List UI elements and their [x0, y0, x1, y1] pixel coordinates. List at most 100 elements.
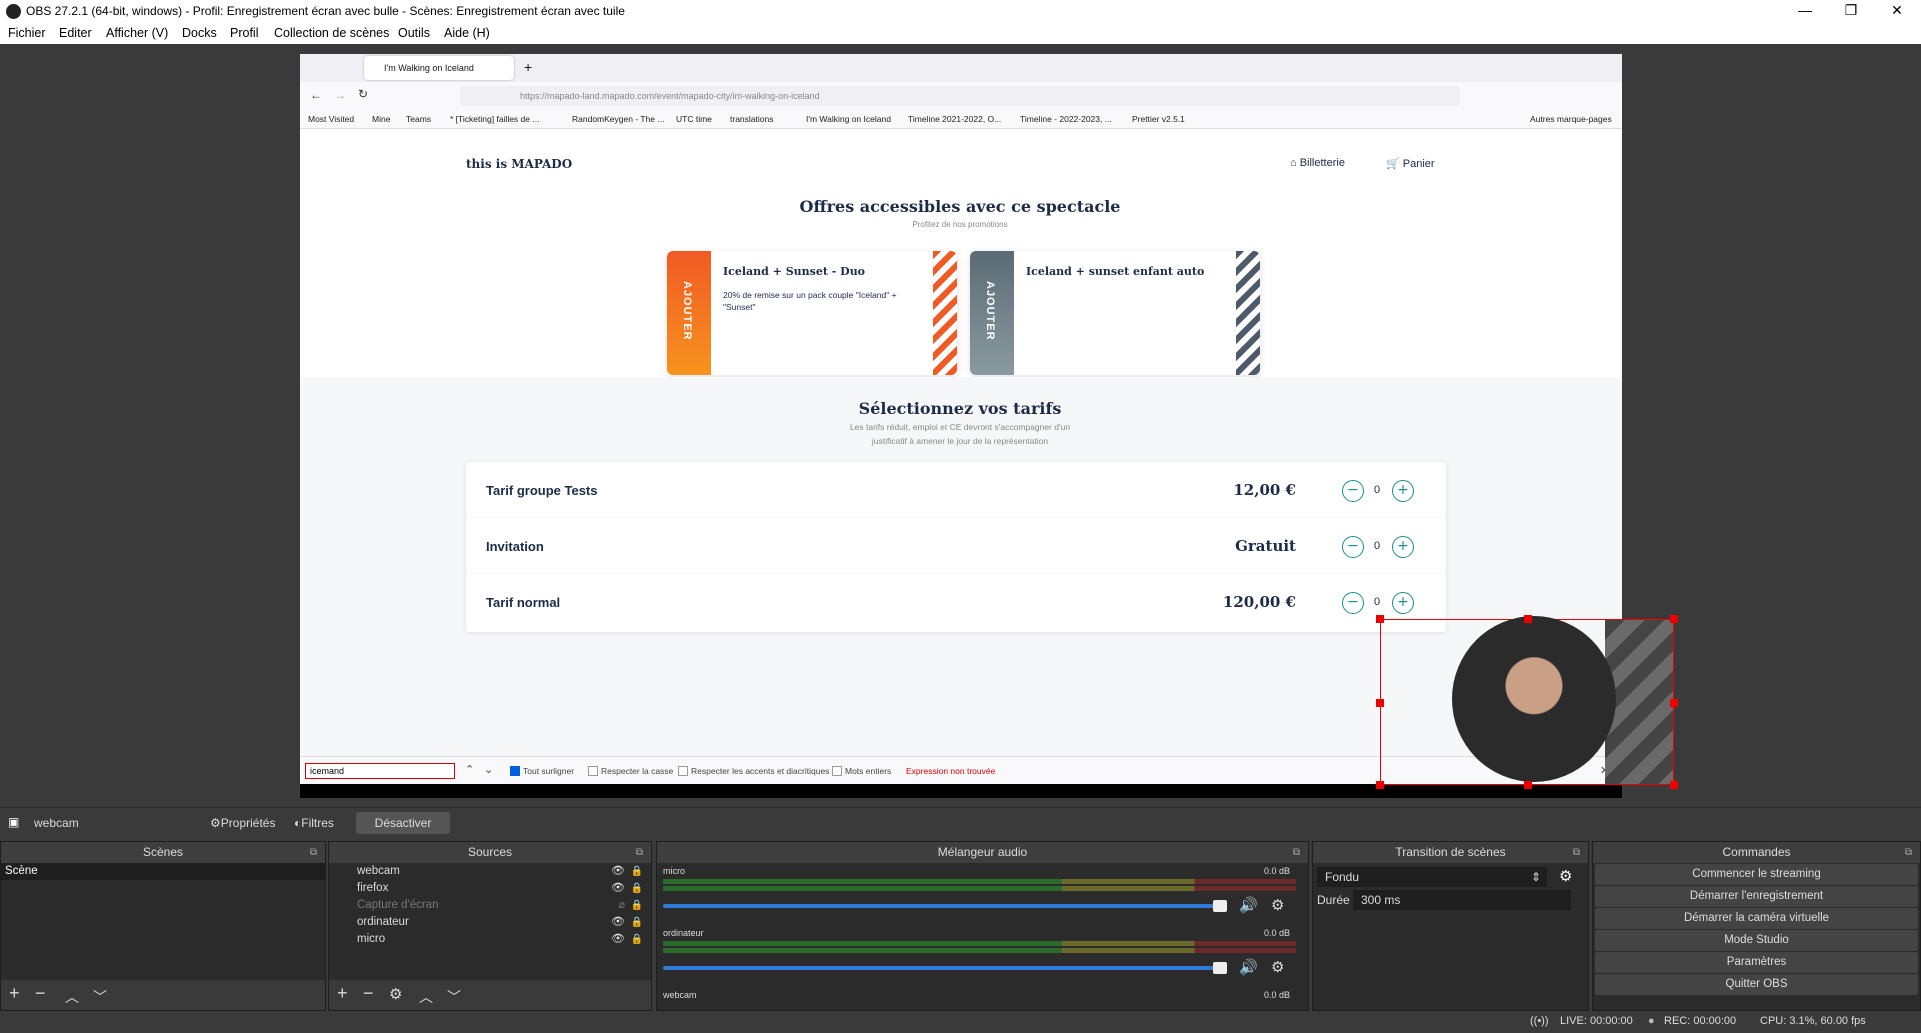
- move-up-icon[interactable]: ︿: [65, 987, 79, 1007]
- bookmark-item[interactable]: UTC time: [676, 114, 712, 124]
- reload-icon[interactable]: ↻: [358, 87, 368, 101]
- menu-afficher[interactable]: Afficher (V): [106, 26, 168, 40]
- menu-outils[interactable]: Outils: [398, 26, 430, 40]
- bookmark-item[interactable]: Autres marque-pages: [1530, 114, 1612, 124]
- billetterie-link[interactable]: ⌂ Billetterie: [1290, 157, 1345, 169]
- undock-icon[interactable]: ⧉: [310, 842, 317, 863]
- resize-handle[interactable]: [1376, 781, 1384, 789]
- deactivate-button[interactable]: Désactiver: [356, 812, 450, 834]
- webcam-source-selection[interactable]: [1376, 615, 1678, 789]
- speaker-icon[interactable]: 🔊: [1239, 958, 1258, 976]
- properties-button[interactable]: ⚙Propriétés: [210, 816, 275, 830]
- source-item[interactable]: webcam 👁 🔒: [329, 863, 651, 880]
- new-tab-button[interactable]: +: [524, 59, 532, 75]
- bookmark-item[interactable]: Timeline 2021-2022, O...: [908, 114, 1001, 124]
- resize-handle[interactable]: [1670, 699, 1678, 707]
- bookmark-item[interactable]: Mine: [372, 114, 390, 124]
- gear-icon[interactable]: ⚙: [1559, 867, 1572, 885]
- bookmark-item[interactable]: Prettier v2.5.1: [1132, 114, 1185, 124]
- source-item[interactable]: firefox 👁 🔒: [329, 880, 651, 897]
- source-item[interactable]: ordinateur 👁 🔒: [329, 914, 651, 931]
- menu-aide[interactable]: Aide (H): [444, 26, 490, 40]
- quantity-value: 0: [1374, 484, 1381, 496]
- bookmark-item[interactable]: RandomKeygen - The ...: [572, 114, 664, 124]
- resize-handle[interactable]: [1670, 781, 1678, 789]
- bookmark-item[interactable]: * [Ticketing] failles de ...: [450, 114, 539, 124]
- filters-button[interactable]: ◐Filtres: [294, 816, 334, 830]
- remove-icon[interactable]: −: [35, 983, 46, 1004]
- duration-field[interactable]: 300 ms: [1353, 890, 1571, 910]
- gear-icon[interactable]: ⚙: [1271, 958, 1284, 976]
- close-button[interactable]: ✕: [1874, 0, 1920, 23]
- minus-button[interactable]: −: [1342, 592, 1364, 614]
- highlight-all-checkbox[interactable]: Tout surligner: [510, 766, 574, 776]
- move-down-icon[interactable]: ﹀: [447, 987, 461, 1007]
- gear-icon[interactable]: ⚙: [1271, 896, 1284, 914]
- minus-button[interactable]: −: [1342, 536, 1364, 558]
- site-brand[interactable]: this is MAPADO: [466, 157, 572, 171]
- browser-tab[interactable]: I'm Walking on Iceland: [364, 56, 514, 80]
- menu-profil[interactable]: Profil: [230, 26, 258, 40]
- source-item[interactable]: Capture d'écran ⌀ 🔒: [329, 897, 651, 914]
- speaker-icon[interactable]: 🔊: [1239, 896, 1258, 914]
- resize-handle[interactable]: [1376, 615, 1384, 623]
- studio-mode-button[interactable]: Mode Studio: [1595, 930, 1918, 951]
- plus-button[interactable]: +: [1392, 536, 1414, 558]
- plus-button[interactable]: +: [1392, 592, 1414, 614]
- add-offer-button[interactable]: AJOUTER: [667, 251, 711, 375]
- undock-icon[interactable]: ⧉: [1293, 842, 1300, 863]
- resize-handle[interactable]: [1376, 699, 1384, 707]
- status-bar: ((•)) LIVE: 00:00:00 ● REC: 00:00:00 CPU…: [0, 1011, 1921, 1033]
- scene-item[interactable]: Scène: [1, 863, 325, 880]
- menu-collection[interactable]: Collection de scènes: [274, 26, 389, 40]
- resize-handle[interactable]: [1670, 615, 1678, 623]
- transition-select[interactable]: Fondu ⇕: [1317, 867, 1547, 887]
- volume-slider[interactable]: [663, 966, 1226, 970]
- maximize-button[interactable]: ❐: [1828, 0, 1874, 23]
- minus-button[interactable]: −: [1342, 480, 1364, 502]
- source-item[interactable]: micro 👁 🔒: [329, 931, 651, 948]
- move-up-icon[interactable]: ︿: [419, 987, 433, 1007]
- menu-docks[interactable]: Docks: [182, 26, 217, 40]
- gear-icon[interactable]: ⚙: [389, 985, 402, 1003]
- menu-editer[interactable]: Editer: [59, 26, 92, 40]
- volume-slider[interactable]: [663, 904, 1226, 908]
- resize-handle[interactable]: [1524, 781, 1532, 789]
- offer-ticket[interactable]: AJOUTER Iceland + sunset enfant auto: [970, 251, 1260, 375]
- find-input[interactable]: icemand: [305, 763, 455, 779]
- start-streaming-button[interactable]: Commencer le streaming: [1595, 864, 1918, 885]
- whole-words-checkbox[interactable]: Mots entiers: [832, 766, 891, 776]
- find-next-icon[interactable]: ⌄: [484, 763, 493, 776]
- offer-ticket[interactable]: AJOUTER Iceland + Sunset - Duo 20% de re…: [667, 251, 957, 375]
- start-virtual-camera-button[interactable]: Démarrer la caméra virtuelle: [1595, 908, 1918, 929]
- exit-button[interactable]: Quitter OBS: [1595, 974, 1918, 995]
- panier-link[interactable]: 🛒 Panier: [1386, 157, 1435, 170]
- add-offer-button[interactable]: AJOUTER: [970, 251, 1014, 375]
- remove-icon[interactable]: −: [363, 983, 374, 1004]
- undock-icon[interactable]: ⧉: [636, 842, 643, 863]
- bookmark-item[interactable]: Timeline - 2022-2023, ...: [1020, 114, 1112, 124]
- undock-icon[interactable]: ⧉: [1573, 842, 1580, 863]
- add-icon[interactable]: +: [337, 983, 348, 1004]
- move-down-icon[interactable]: ﹀: [93, 987, 107, 1007]
- start-recording-button[interactable]: Démarrer l'enregistrement: [1595, 886, 1918, 907]
- volume-slider-knob[interactable]: [1213, 900, 1227, 912]
- settings-button[interactable]: Paramètres: [1595, 952, 1918, 973]
- bookmark-item[interactable]: translations: [730, 114, 773, 124]
- undock-icon[interactable]: ⧉: [1905, 842, 1912, 863]
- match-case-checkbox[interactable]: Respecter la casse: [588, 766, 673, 776]
- minimize-button[interactable]: —: [1782, 0, 1828, 23]
- bookmark-item[interactable]: Teams: [406, 114, 431, 124]
- volume-slider-knob[interactable]: [1213, 962, 1227, 974]
- resize-handle[interactable]: [1524, 615, 1532, 623]
- plus-button[interactable]: +: [1392, 480, 1414, 502]
- match-diacritics-checkbox[interactable]: Respecter les accents et diacritiques: [678, 766, 829, 776]
- bookmark-item[interactable]: Most Visited: [308, 114, 354, 124]
- menu-fichier[interactable]: Fichier: [8, 26, 46, 40]
- url-bar[interactable]: https://mapado-land.mapado.com/event/map…: [460, 86, 1460, 106]
- back-icon[interactable]: ←: [310, 88, 322, 102]
- forward-icon[interactable]: →: [334, 88, 346, 102]
- bookmark-item[interactable]: I'm Walking on Iceland: [806, 114, 891, 124]
- find-previous-icon[interactable]: ⌃: [465, 763, 474, 776]
- add-icon[interactable]: +: [9, 983, 20, 1004]
